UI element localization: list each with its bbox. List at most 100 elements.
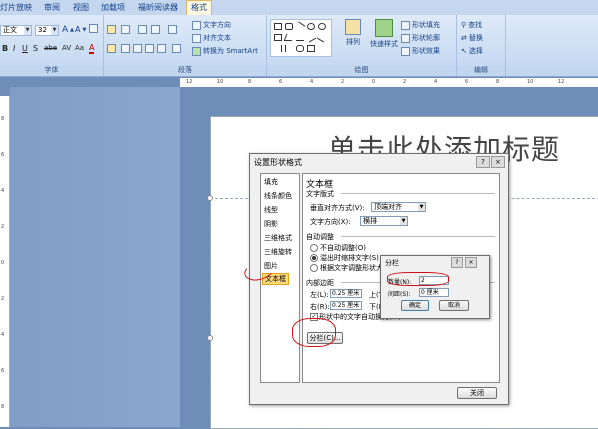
nav-item-line-style[interactable]: 线型 <box>264 205 278 215</box>
help-button[interactable]: ? <box>451 257 463 268</box>
brace-shape-icon[interactable] <box>274 45 282 52</box>
underline-icon[interactable]: U <box>22 44 28 53</box>
shape-effects-button[interactable]: 形状效果 <box>401 46 440 56</box>
close-button[interactable]: 关闭 <box>457 387 497 399</box>
replace-icon: ⇄ <box>461 34 467 42</box>
arrow-shape-icon[interactable] <box>296 34 304 41</box>
grow-font-icon[interactable]: A ▲ <box>62 25 74 35</box>
help-button[interactable]: ? <box>476 156 490 168</box>
triangle-shape-icon[interactable] <box>283 34 295 41</box>
close-icon[interactable]: × <box>491 156 505 168</box>
shape-outline-button[interactable]: 形状轮廓 <box>401 33 440 43</box>
quick-styles-button[interactable]: 快速样式 <box>370 19 398 49</box>
replace-label: 替换 <box>468 34 483 42</box>
italic-icon[interactable]: I <box>13 44 15 53</box>
vertical-align-select[interactable]: 顶端对齐 ▼ <box>371 202 426 212</box>
align-left-icon[interactable] <box>107 44 116 53</box>
right-margin-input[interactable]: 0.25 厘米 <box>330 301 362 310</box>
tab-addins[interactable]: 加载项 <box>101 2 125 13</box>
radio-no-autofit[interactable] <box>310 244 318 252</box>
oval-shape-icon[interactable] <box>307 23 315 30</box>
line-shape-icon[interactable] <box>294 21 306 32</box>
nav-item-line-color[interactable]: 线条颜色 <box>264 191 292 201</box>
connector-shape-icon[interactable] <box>305 32 317 43</box>
chevron-down-icon[interactable]: ▼ <box>24 26 31 35</box>
ruler-tick-label: 6 <box>279 79 283 85</box>
paragraph-group-label: 段落 <box>104 65 266 75</box>
cancel-button[interactable]: 取消 <box>439 300 469 311</box>
align-right-icon[interactable] <box>133 44 142 53</box>
font-size-box[interactable]: 32 ▼ <box>35 25 59 36</box>
strikethrough-icon[interactable]: abe <box>44 44 57 52</box>
effects-icon <box>401 46 410 56</box>
chevron-down-icon[interactable]: ▼ <box>51 26 58 35</box>
close-icon[interactable]: × <box>465 257 477 268</box>
text-direction-select[interactable]: 横排 ▼ <box>360 216 408 226</box>
square-shape-icon[interactable] <box>274 34 282 41</box>
shapes-gallery[interactable] <box>270 19 332 57</box>
arrange-button[interactable]: 排列 <box>345 19 361 47</box>
clear-format-icon[interactable] <box>89 24 98 33</box>
tab-format[interactable]: 格式 <box>186 0 212 16</box>
line-spacing-icon[interactable] <box>168 25 177 34</box>
bullets-icon[interactable] <box>107 25 116 34</box>
shrink-font-icon[interactable]: A ▼ <box>75 25 86 34</box>
font-color-icon[interactable]: A <box>89 44 95 54</box>
text-direction-label: 文字方向 <box>203 21 231 29</box>
nav-item-shadow[interactable]: 阴影 <box>264 219 278 229</box>
tab-slideshow[interactable]: 灯片放映 <box>0 2 32 13</box>
columns-icon[interactable] <box>172 44 181 53</box>
columns-dialog-title: 分栏 <box>385 259 399 267</box>
align-center-icon[interactable] <box>121 44 130 53</box>
find-button[interactable]: ⚲ 查找 <box>461 20 482 30</box>
rounded-rect-shape-icon[interactable] <box>285 23 293 30</box>
select-button[interactable]: ↖ 选择 <box>461 46 483 56</box>
align-text-icon <box>192 33 201 43</box>
spacing-input[interactable]: 0 厘米 <box>419 288 449 297</box>
tab-review[interactable]: 审阅 <box>44 2 60 13</box>
resize-handle[interactable] <box>207 335 213 341</box>
align-text-button[interactable]: 对齐文本 <box>192 33 231 43</box>
char-spacing-icon[interactable]: AV <box>62 44 71 52</box>
find-label: 查找 <box>468 21 483 29</box>
justify-icon[interactable] <box>145 44 154 53</box>
star-shape-icon[interactable] <box>296 45 304 52</box>
shadow-text-icon[interactable]: S <box>33 44 38 53</box>
slides-pane <box>10 87 180 427</box>
resize-handle[interactable] <box>207 195 213 201</box>
replace-button[interactable]: ⇄ 替换 <box>461 33 483 43</box>
category-list: 填充 线条颜色 线型 阴影 三维格式 三维旋转 图片 文本框 <box>260 173 300 383</box>
ruler-tick-label: 6 <box>1 368 5 374</box>
nav-item-fill[interactable]: 填充 <box>264 177 278 187</box>
convert-smartart-button[interactable]: 转换为 SmartArt <box>192 46 258 56</box>
curve-shape-icon[interactable] <box>316 32 328 43</box>
shape-effects-label: 形状效果 <box>412 47 440 55</box>
autofit-option-label: 溢出时缩排文字(S) <box>320 254 379 262</box>
rectangle-shape-icon[interactable] <box>274 23 282 30</box>
bold-icon[interactable]: B <box>2 44 8 53</box>
chevron-down-icon[interactable]: ▼ <box>418 203 425 211</box>
nav-item-3d-format[interactable]: 三维格式 <box>264 233 292 243</box>
chevron-down-icon[interactable]: ▼ <box>400 217 407 225</box>
callout-shape-icon[interactable] <box>307 45 315 52</box>
ok-button[interactable]: 确定 <box>401 300 429 311</box>
ruler-tick-label: 8 <box>1 116 5 122</box>
tab-foxit-reader[interactable]: 福昕阅读器 <box>138 2 178 13</box>
nav-item-3d-rotation[interactable]: 三维旋转 <box>264 247 292 257</box>
ruler-tick-label: 6 <box>465 79 469 85</box>
text-direction-button[interactable]: 文字方向 <box>192 20 231 30</box>
bracket-shape-icon[interactable] <box>285 45 293 52</box>
distribute-icon[interactable] <box>157 44 166 53</box>
font-name-box[interactable]: 正文 ▼ <box>0 25 32 36</box>
circle-shape-icon[interactable] <box>318 23 326 30</box>
radio-resize-shape[interactable] <box>310 264 318 272</box>
left-margin-input[interactable]: 0.25 厘米 <box>330 289 362 298</box>
decrease-indent-icon[interactable] <box>138 25 147 34</box>
shape-fill-button[interactable]: 形状填充 <box>401 20 440 30</box>
numbering-icon[interactable] <box>121 25 130 34</box>
change-case-icon[interactable]: Aa <box>75 44 84 52</box>
increase-indent-icon[interactable] <box>151 25 160 34</box>
radio-shrink-text[interactable] <box>310 254 318 262</box>
binoculars-icon: ⚲ <box>461 21 467 29</box>
tab-view[interactable]: 视图 <box>73 2 89 13</box>
